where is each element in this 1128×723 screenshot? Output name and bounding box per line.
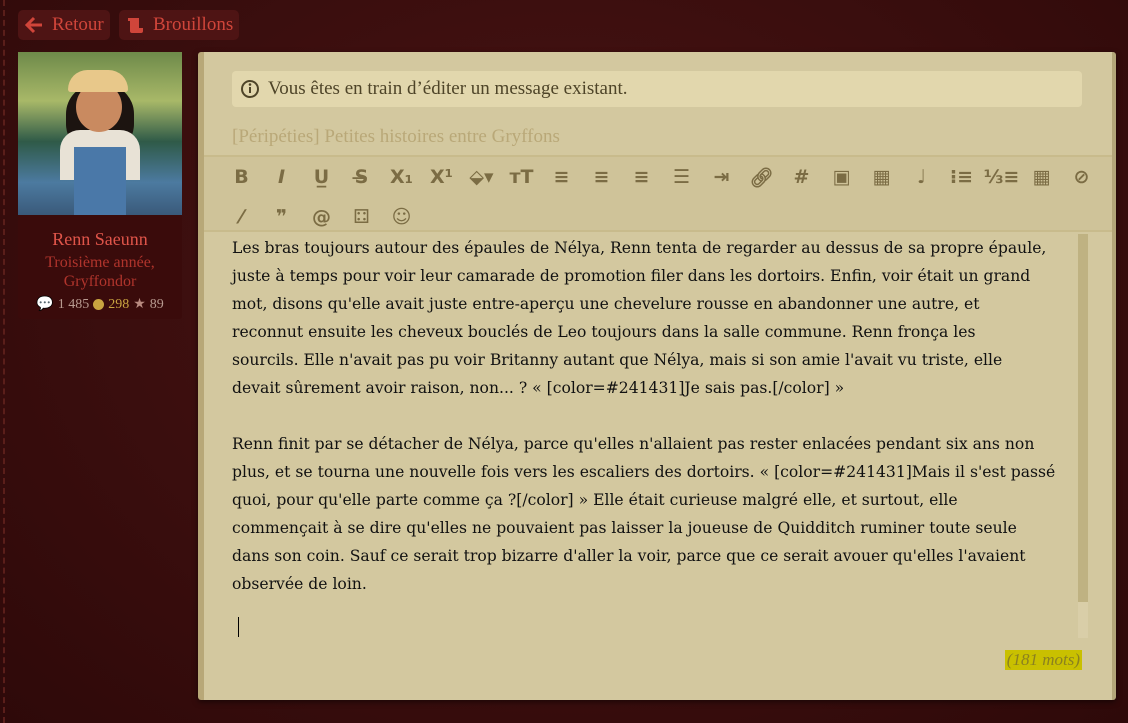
align-right-icon: ≡ bbox=[633, 166, 650, 188]
bullet-list-icon: ⁝≡ bbox=[949, 166, 974, 188]
align-right-button[interactable]: ≡ bbox=[626, 165, 657, 189]
emoji-icon: ☺ bbox=[391, 206, 412, 228]
text-line: Les bras toujours autour des épaules de … bbox=[232, 239, 1047, 257]
align-left-icon: ≡ bbox=[553, 166, 570, 188]
text-line: Renn finit par se détacher de Nélya, par… bbox=[232, 435, 1035, 453]
dice-icon: ⚃ bbox=[353, 206, 370, 228]
music-button[interactable]: ♩ bbox=[906, 165, 937, 189]
text-line: dans son coin. Sauf ce serait trop bizar… bbox=[232, 547, 1026, 565]
arrow-left-icon bbox=[24, 16, 42, 34]
back-button[interactable]: Retour bbox=[18, 10, 110, 40]
numbered-list-icon: ⅓≡ bbox=[983, 166, 1020, 188]
music-icon: ♩ bbox=[917, 166, 926, 188]
back-label: Retour bbox=[52, 14, 104, 35]
scrollbar-track[interactable] bbox=[1078, 602, 1088, 638]
magic-wand-button[interactable]: ⁄ bbox=[226, 205, 257, 229]
justify-button[interactable]: ☰ bbox=[666, 165, 697, 189]
bullet-list-button[interactable]: ⁝≡ bbox=[946, 165, 977, 189]
drafts-label: Brouillons bbox=[153, 14, 234, 35]
hide-icon: ⊘ bbox=[1073, 166, 1090, 188]
scroll-icon bbox=[128, 18, 143, 33]
indent-icon: ⇥ bbox=[713, 166, 730, 188]
justify-icon: ☰ bbox=[672, 166, 691, 188]
mention-icon: @ bbox=[312, 206, 331, 228]
text-line: sourcils. Elle n'avait pas pu voir Brita… bbox=[232, 351, 1003, 369]
text-line: reconnut ensuite les cheveux bouclés de … bbox=[232, 323, 976, 341]
word-count: (181 mots) bbox=[1004, 650, 1082, 670]
video-icon: ▦ bbox=[872, 166, 891, 188]
avatar[interactable] bbox=[18, 52, 182, 215]
indent-button[interactable]: ⇥ bbox=[706, 165, 737, 189]
bold-button[interactable]: B bbox=[226, 165, 257, 189]
link-icon: 🔗︎ bbox=[749, 166, 774, 189]
profile-name[interactable]: Renn Saeunn bbox=[18, 229, 182, 250]
hide-button[interactable]: ⊘ bbox=[1066, 165, 1097, 189]
font-size-button[interactable]: ᴛT bbox=[506, 165, 537, 189]
numbered-list-button[interactable]: ⅓≡ bbox=[983, 165, 1020, 189]
border-stitch bbox=[3, 0, 5, 723]
italic-button[interactable]: I bbox=[266, 165, 297, 189]
text-line: quoi, pour qu'elle parte comme ça ?[/col… bbox=[232, 491, 958, 509]
text-line bbox=[232, 402, 1090, 430]
superscript-icon: X¹ bbox=[430, 166, 453, 188]
table-icon: ▦ bbox=[1032, 166, 1051, 188]
strikethrough-icon: S̶ bbox=[354, 166, 369, 188]
subscript-icon: X₁ bbox=[390, 166, 413, 188]
italic-icon: I bbox=[277, 166, 286, 188]
magic-wand-icon: ⁄ bbox=[239, 206, 244, 228]
editor-panel: Vous êtes en train d’éditer un message e… bbox=[198, 52, 1116, 700]
emoji-button[interactable]: ☺ bbox=[386, 205, 417, 229]
font-size-icon: ᴛT bbox=[509, 166, 534, 188]
dice-button[interactable]: ⚃ bbox=[346, 205, 377, 229]
message-count: 1 485 bbox=[57, 296, 90, 312]
fill-color-icon: ⬙▾ bbox=[469, 166, 494, 188]
text-line: juste à temps pour voir leur camarade de… bbox=[232, 267, 1031, 285]
star-icon: ★ bbox=[133, 297, 146, 312]
strikethrough-button[interactable]: S̶ bbox=[346, 165, 377, 189]
text-line: observée de loin. bbox=[232, 575, 367, 593]
info-text: Vous êtes en train d’éditer un message e… bbox=[268, 78, 628, 99]
subscript-button[interactable]: X₁ bbox=[386, 165, 417, 189]
text-line: mot, disons qu'elle avait juste entre-ap… bbox=[232, 295, 980, 313]
superscript-button[interactable]: X¹ bbox=[426, 165, 457, 189]
underline-icon: U̲ bbox=[313, 166, 330, 188]
image-button[interactable]: ▣ bbox=[826, 165, 857, 189]
profile-card: Renn Saeunn Troisième année, Gryffondor 💬… bbox=[18, 52, 182, 319]
fill-color-button[interactable]: ⬙▾ bbox=[466, 165, 497, 189]
quote-button[interactable]: ❞ bbox=[266, 205, 297, 229]
star-count: 89 bbox=[149, 296, 164, 312]
text-line: commençait à se dire qu'elles ne pouvaie… bbox=[232, 519, 1017, 537]
link-button[interactable]: 🔗︎ bbox=[746, 165, 777, 189]
text-line: devait sûrement avoir raison, non... ? «… bbox=[232, 379, 845, 397]
subject-input[interactable]: [Péripéties] Petites histoires entre Gry… bbox=[232, 126, 560, 148]
rank-year: Troisième année, bbox=[45, 254, 155, 271]
rank-house: Gryffondor bbox=[63, 273, 137, 290]
text-cursor bbox=[238, 617, 239, 637]
mention-button[interactable]: @ bbox=[306, 205, 337, 229]
table-button[interactable]: ▦ bbox=[1026, 165, 1057, 189]
underline-button[interactable]: U̲ bbox=[306, 165, 337, 189]
coin-count: 298 bbox=[108, 296, 130, 312]
align-center-icon: ≡ bbox=[593, 166, 610, 188]
message-textarea[interactable]: Les bras toujours autour des épaules de … bbox=[232, 234, 1090, 640]
hashtag-button[interactable]: # bbox=[786, 165, 817, 189]
video-button[interactable]: ▦ bbox=[866, 165, 897, 189]
bold-icon: B bbox=[234, 166, 249, 188]
align-center-button[interactable]: ≡ bbox=[586, 165, 617, 189]
profile-stats: 💬 1 485 298 ★ 89 bbox=[18, 296, 182, 313]
info-banner: Vous êtes en train d’éditer un message e… bbox=[232, 71, 1082, 107]
drafts-button[interactable]: Brouillons bbox=[119, 10, 240, 40]
coin-icon bbox=[93, 299, 105, 310]
speech-bubble-icon: 💬 bbox=[36, 297, 54, 312]
scrollbar-thumb[interactable] bbox=[1078, 234, 1088, 602]
image-icon: ▣ bbox=[832, 166, 851, 188]
formatting-toolbar: B I U̲ S̶ X₁ X¹ ⬙▾ ᴛT ≡ ≡ ≡ ☰ ⇥ 🔗︎ # ▣ ▦ ♩ ⁝≡ ⅓≡ ▦ ⊘ ⁄ ❞ @ ⚃ ☺ bbox=[204, 155, 1112, 232]
hashtag-icon: # bbox=[793, 166, 810, 188]
quote-icon: ❞ bbox=[275, 206, 288, 228]
align-left-button[interactable]: ≡ bbox=[546, 165, 577, 189]
info-icon bbox=[241, 80, 259, 98]
text-line: plus, et se tourna une nouvelle fois ver… bbox=[232, 463, 1056, 481]
profile-rank: Troisième année, Gryffondor bbox=[18, 253, 182, 291]
